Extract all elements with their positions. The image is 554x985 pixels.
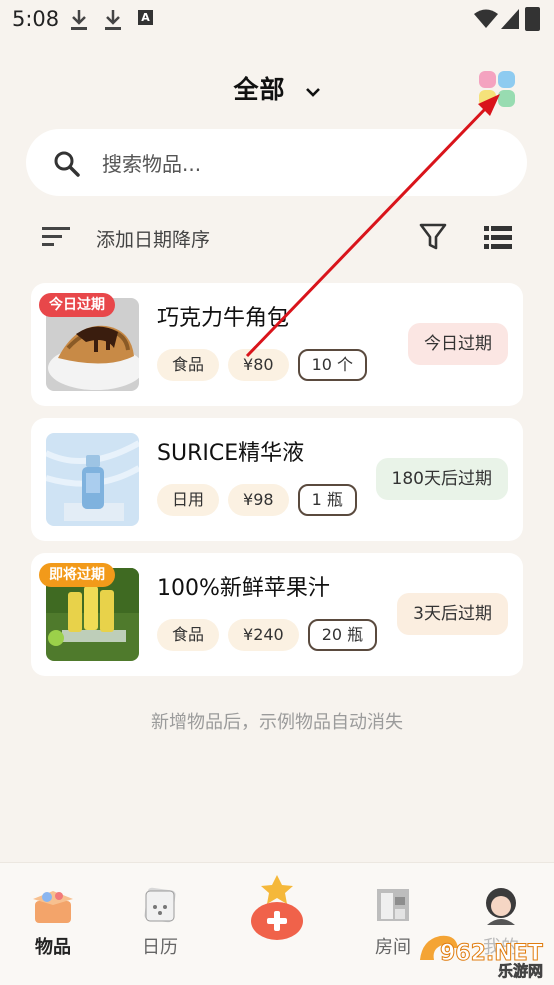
add-lucky-bag-icon	[247, 873, 307, 941]
room-icon	[371, 883, 415, 927]
nav-label: 物品	[35, 937, 71, 958]
calendar-icon	[138, 883, 182, 927]
nav-add-button[interactable]	[232, 873, 322, 941]
nav-item-items[interactable]: 物品	[8, 883, 98, 959]
profile-icon	[479, 883, 523, 927]
storage-box-icon	[31, 883, 75, 927]
watermark-962: 962.NET 乐游网	[418, 930, 550, 980]
watermark-subtext: 乐游网	[498, 962, 543, 980]
nav-label: 日历	[142, 937, 178, 958]
nav-item-calendar[interactable]: 日历	[115, 883, 205, 959]
annotation-arrow	[245, 94, 500, 358]
